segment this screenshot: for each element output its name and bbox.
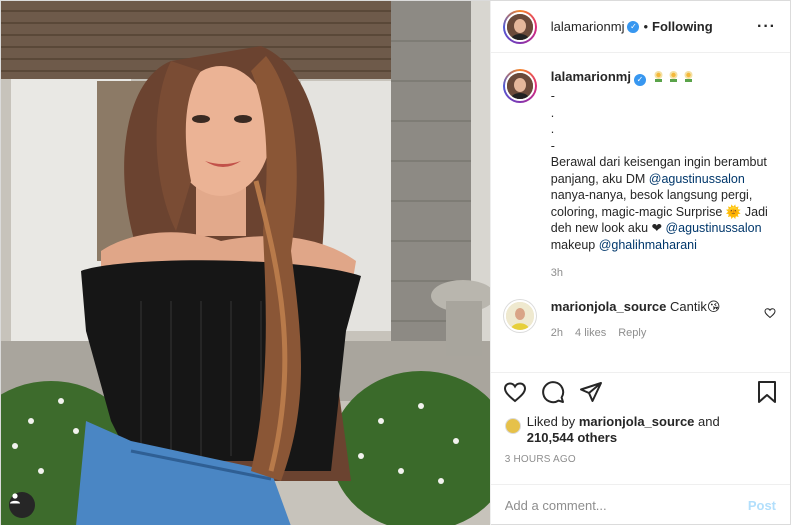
like-heart-icon[interactable] [503,380,527,407]
caption-avatar[interactable] [502,69,537,103]
author-avatar[interactable] [502,9,537,44]
caption-text: - . . - Berawal dari keisengan ingin ber… [550,89,768,252]
share-paper-plane-icon[interactable] [579,380,603,407]
mention-link[interactable]: @ghalihmaharani [599,238,697,252]
commenter-avatar[interactable] [502,299,537,333]
comment-bubble-icon[interactable] [541,380,565,407]
post-timestamp[interactable]: 3 HOURS AGO [491,454,790,484]
liker-avatar[interactable] [504,418,521,434]
photo-illustration [1,1,490,525]
likes-count[interactable]: 210,544 others [527,430,617,445]
liker-username[interactable]: marionjola_source [579,414,695,429]
post-header: lalamarionmj ✓ • Following ··· [490,1,790,53]
verified-badge-icon: ✓ [627,20,640,33]
mention-link[interactable]: @agustinussalon [649,172,745,186]
comment-timestamp[interactable]: 2h [551,327,563,339]
comment-text: Cantik😘 [670,299,721,314]
more-options-icon[interactable]: ··· [757,18,776,36]
likes-summary: Liked by marionjola_source and 210,544 o… [491,414,790,454]
save-bookmark-icon[interactable] [756,380,778,407]
comment-item: marionjola_source Cantik😘 2h 4 likes Rep… [502,299,776,339]
post-photo[interactable] [1,1,490,525]
tagged-user-icon[interactable] [9,492,35,518]
like-comment-heart-icon[interactable] [764,307,776,322]
separator-dot: • [643,19,649,34]
caption: lalamarionmj ✓ - . . - Berawal dari keise… [502,69,776,279]
comment-composer: Post [490,484,790,525]
following-button[interactable]: Following [652,19,713,34]
mention-link[interactable]: @agustinussalon [665,221,761,235]
flower-emoji-icon [667,70,680,83]
post-side-panel: lalamarionmj ✓ • Following ··· lalamario… [489,1,790,525]
action-bar [490,372,790,414]
comment-likes-count[interactable]: 4 likes [575,327,606,339]
caption-username[interactable]: lalamarionmj [551,69,631,84]
comments-section: lalamarionmj ✓ - . . - Berawal dari keise… [491,53,790,372]
reply-button[interactable]: Reply [618,327,646,339]
commenter-username[interactable]: marionjola_source [551,299,667,314]
author-username[interactable]: lalamarionmj [551,19,625,34]
instagram-post: lalamarionmj ✓ • Following ··· lalamario… [0,0,791,525]
flower-emoji-icon [652,70,665,83]
verified-badge-icon: ✓ [633,74,646,86]
post-comment-button[interactable]: Post [748,498,776,513]
add-comment-input[interactable] [504,498,748,513]
caption-timestamp[interactable]: 3h [551,267,776,279]
flower-emoji-icon [682,70,695,83]
